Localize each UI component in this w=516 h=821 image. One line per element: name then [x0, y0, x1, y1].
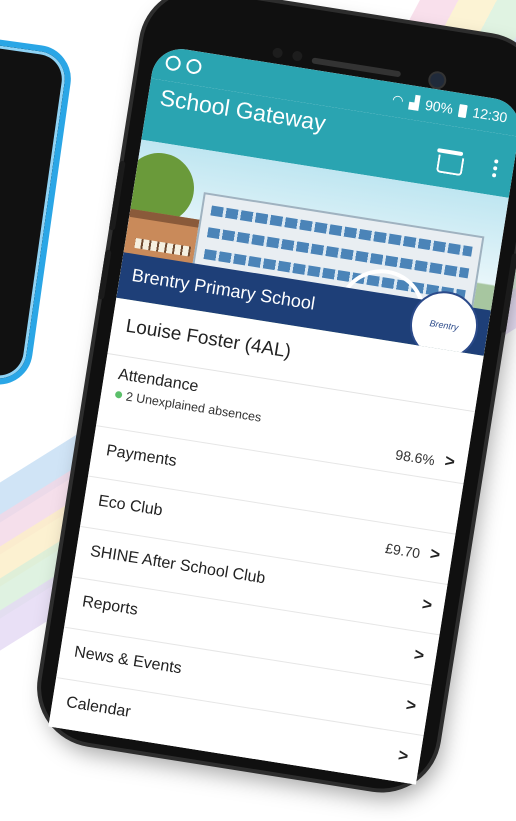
sensor-icon [291, 50, 304, 62]
menu-item-label: Payments [104, 442, 178, 471]
instagram-icon [185, 57, 203, 76]
attendance-percentage: 98.6% [394, 446, 437, 469]
menu-list: Louise Foster (4AL) Attendance 2 Unexpla… [48, 297, 484, 785]
menu-item-label: Reports [81, 593, 140, 619]
battery-icon [457, 103, 468, 118]
menu-item-label: Calendar [65, 693, 132, 721]
clock: 12:30 [471, 104, 509, 126]
basket-icon[interactable] [435, 154, 465, 177]
chevron-right-icon: > [404, 695, 418, 716]
more-options-icon[interactable] [494, 159, 499, 164]
status-dot-icon [114, 390, 123, 399]
eco-club-balance: £9.70 [384, 539, 422, 562]
front-camera-icon [429, 72, 446, 89]
background-phone [0, 33, 76, 389]
menu-item-label: Eco Club [96, 492, 164, 520]
notification-icons [164, 54, 203, 76]
phone-mockup: ◠ ▟ 90% 12:30 School Gateway Brentry Pri… [0, 0, 516, 821]
signal-icon: ▟ [408, 94, 421, 111]
chevron-right-icon: > [443, 451, 457, 472]
whatsapp-icon [164, 54, 182, 72]
menu-item-label: News & Events [73, 643, 183, 678]
battery-percent: 90% [423, 96, 455, 117]
chevron-right-icon: > [420, 594, 434, 615]
school-logo-text: Brentry [428, 318, 460, 333]
chevron-right-icon: > [396, 745, 410, 766]
chevron-right-icon: > [428, 544, 442, 565]
sensor-icon [271, 47, 284, 59]
wifi-icon: ◠ [391, 91, 405, 109]
chevron-right-icon: > [412, 644, 426, 666]
pupil-name: Louise Foster (4AL) [124, 315, 293, 363]
